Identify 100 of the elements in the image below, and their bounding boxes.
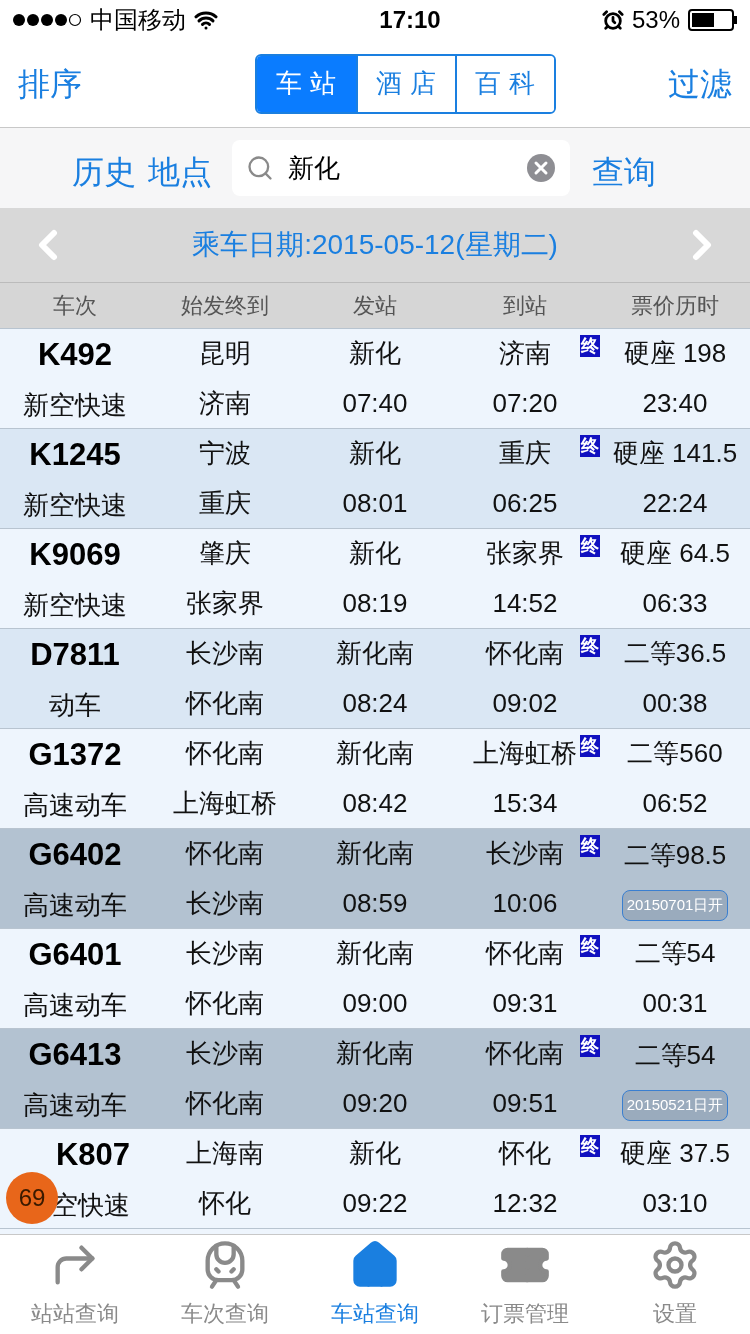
- travel-date: 乘车日期:2015-05-12(星期二): [192, 228, 558, 262]
- table-cell-text: 怀化南: [486, 937, 564, 971]
- table-cell-text: 济南: [499, 337, 551, 371]
- tab-bar-item[interactable]: 车次查询: [150, 1235, 300, 1334]
- segment-tab[interactable]: 百 科: [454, 55, 554, 112]
- table-cell-text: 08:24: [342, 686, 408, 720]
- column-header: 发站: [352, 292, 398, 320]
- table-cell-text: 上海南: [186, 1137, 264, 1171]
- table-cell-text: 新化南: [336, 637, 414, 671]
- open-date-tag: 20150521日开: [621, 1090, 729, 1121]
- table-cell-text: 怀化南: [486, 637, 564, 671]
- train-row[interactable]: G6402 高速动车 怀化南 长沙南 新化南 08:59 长沙南 10:06 终 二等98.5 20150701日开: [0, 828, 750, 928]
- table-cell-text: 08:59: [342, 886, 408, 920]
- terminal-tag: 终: [580, 535, 600, 557]
- place-button[interactable]: 地点: [148, 148, 212, 196]
- sort-button[interactable]: 排序: [18, 59, 82, 108]
- terminal-tag: 终: [580, 1035, 600, 1057]
- table-cell-text: 09:51: [492, 1086, 558, 1120]
- filter-button[interactable]: 过滤: [668, 59, 732, 108]
- terminal-tag: 终: [580, 1135, 600, 1157]
- table-cell-text: 新空快速: [23, 488, 127, 522]
- table-cell-text: 10:06: [492, 886, 558, 920]
- train-row[interactable]: D7811 动车 长沙南 怀化南 新化南 08:24 怀化南 09:02 终 二等36.5 00:38: [0, 628, 750, 728]
- table-cell-text: 重庆: [199, 486, 251, 520]
- open-date-tag: 20150701日开: [621, 890, 729, 921]
- table-cell-text: 00:31: [642, 986, 708, 1020]
- terminal-tag: 终: [580, 435, 600, 457]
- table-cell-text: 张家界: [486, 537, 564, 571]
- clock-time: 17:10: [379, 5, 441, 35]
- segment-tab[interactable]: 车 站: [256, 55, 356, 112]
- table-cell-text: 二等560: [627, 737, 723, 771]
- table-cell-text: 长沙南: [186, 886, 264, 920]
- train-number: G1372: [28, 736, 122, 775]
- table-cell-text: 09:02: [492, 686, 558, 720]
- clear-icon[interactable]: [526, 153, 556, 183]
- table-cell-text: 07:20: [492, 386, 558, 420]
- column-header: 票价历时: [630, 292, 720, 320]
- table-cell-text: 长沙南: [486, 837, 564, 871]
- tab-bar-item[interactable]: 车站查询: [300, 1235, 450, 1334]
- table-cell-text: 硬座 141.5: [612, 437, 738, 471]
- terminal-tag: 终: [580, 335, 600, 357]
- table-cell-text: 新化: [349, 537, 401, 571]
- table-cell-text: 长沙南: [186, 937, 264, 971]
- table-cell-text: 硬座 198: [623, 337, 727, 371]
- train-row[interactable]: K9069 新空快速 肇庆 张家界 新化 08:19 张家界 14:52 终 硬座 64.5 06:33: [0, 528, 750, 628]
- table-cell-text: 济南: [199, 386, 251, 420]
- table-cell-text: 新空快速: [23, 388, 127, 422]
- table-cell-text: 长沙南: [186, 637, 264, 671]
- table-cell-text: 08:42: [342, 786, 408, 820]
- table-cell-text: 新化南: [336, 1037, 414, 1071]
- terminal-tag: 终: [580, 835, 600, 857]
- table-cell-text: 08:01: [342, 486, 408, 520]
- table-cell-text: 09:00: [342, 986, 408, 1020]
- train-row[interactable]: K492 新空快速 昆明 济南 新化 07:40 济南 07:20 终 硬座 198 23:40: [0, 328, 750, 428]
- table-cell-text: 09:20: [342, 1086, 408, 1120]
- table-cell-text: 怀化南: [186, 686, 264, 720]
- query-button[interactable]: 查询: [592, 148, 656, 196]
- alarm-icon: [601, 9, 624, 31]
- table-cell-text: 怀化南: [486, 1037, 564, 1071]
- search-field[interactable]: 新化: [232, 140, 570, 196]
- table-cell-text: 08:19: [342, 586, 408, 620]
- table-cell-text: 二等54: [634, 937, 716, 971]
- tab-bar-item[interactable]: 设置: [600, 1235, 750, 1334]
- column-header: 车次: [52, 292, 98, 320]
- train-number: D7811: [30, 636, 120, 675]
- table-cell-text: 宁波: [199, 437, 251, 471]
- table-cell-text: 张家界: [186, 586, 264, 620]
- table-cell-text: 22:24: [642, 486, 708, 520]
- table-cell-text: 二等36.5: [623, 637, 727, 671]
- table-cell-text: 高速动车: [23, 988, 127, 1022]
- history-button[interactable]: 历史: [72, 148, 136, 196]
- train-number: K807: [55, 1136, 130, 1175]
- train-row[interactable]: G1372 高速动车 怀化南 上海虹桥 新化南 08:42 上海虹桥 15:34 终 二等560 06:52: [0, 728, 750, 828]
- train-row[interactable]: G6401 高速动车 长沙南 怀化南 新化南 09:00 怀化南 09:31 终 二等54 00:31: [0, 928, 750, 1028]
- table-cell-text: 怀化: [199, 1186, 251, 1220]
- table-cell-text: 14:52: [492, 586, 558, 620]
- train-number: K9069: [29, 536, 121, 575]
- terminal-tag: 终: [580, 735, 600, 757]
- table-cell-text: 新化: [349, 1137, 401, 1171]
- train-row[interactable]: K1245 新空快速 宁波 重庆 新化 08:01 重庆 06:25 终 硬座 141.5 22:24: [0, 428, 750, 528]
- tab-bar-item[interactable]: 站站查询: [0, 1235, 150, 1334]
- table-cell-text: 新空快速: [23, 588, 127, 622]
- train-number: K492: [37, 336, 113, 375]
- tab-bar-item[interactable]: 订票管理: [450, 1235, 600, 1334]
- train-number: G6401: [28, 936, 122, 975]
- table-cell-text: 06:52: [642, 786, 708, 820]
- table-cell-text: 硬座 64.5: [620, 537, 730, 571]
- table-cell-text: 怀化南: [186, 837, 264, 871]
- carrier-name: 中国移动: [90, 5, 186, 35]
- train-row[interactable]: G6413 高速动车 长沙南 怀化南 新化南 09:20 怀化南 09:51 终 二等54 20150521日开: [0, 1028, 750, 1128]
- table-cell-text: 新化南: [336, 737, 414, 771]
- table-cell-text: 肇庆: [199, 537, 251, 571]
- search-icon: [246, 154, 274, 182]
- table-cell-text: 新化南: [336, 837, 414, 871]
- table-cell-text: 怀化南: [186, 986, 264, 1020]
- table-cell-text: 12:32: [492, 1186, 558, 1220]
- table-cell-text: 新化: [349, 337, 401, 371]
- battery-percent: 53%: [631, 5, 680, 35]
- table-cell-text: 09:31: [492, 986, 558, 1020]
- table-cell-text: 动车: [49, 688, 101, 722]
